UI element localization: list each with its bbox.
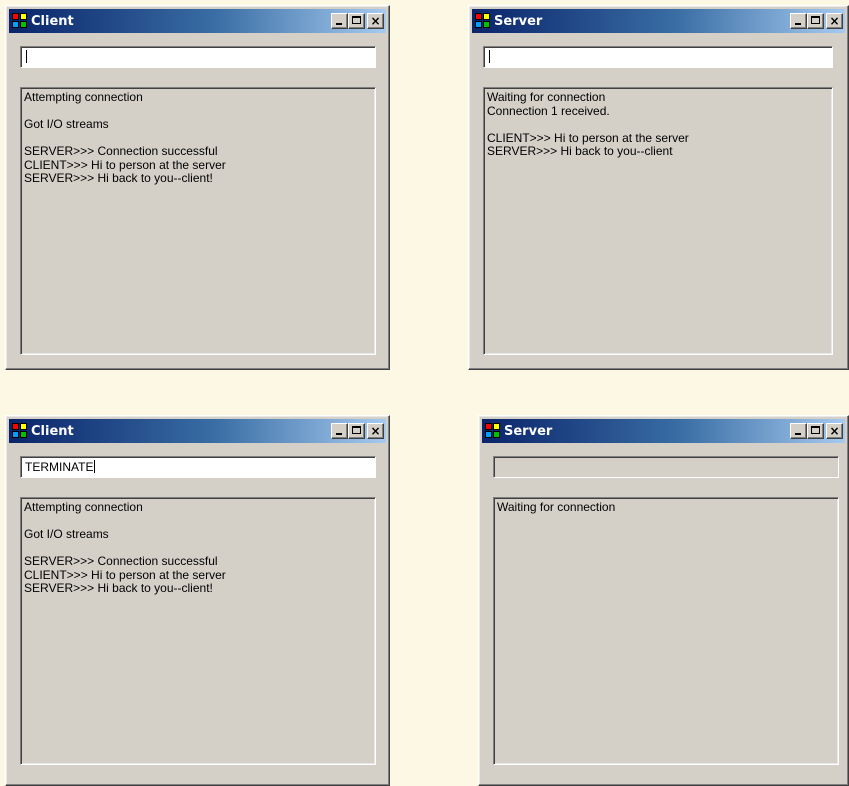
output-line: Attempting connection (24, 90, 143, 104)
minimize-button[interactable] (790, 13, 807, 29)
minimize-button[interactable] (331, 13, 348, 29)
message-input-value: TERMINATE (25, 460, 94, 474)
app-icon[interactable] (485, 423, 501, 439)
output-line: Connection 1 received. (487, 103, 610, 118)
title-bar[interactable]: Client × (9, 419, 386, 443)
maximize-icon (811, 426, 820, 434)
output-line: SERVER>>> Hi back to you--client! (24, 581, 213, 595)
close-button[interactable]: × (826, 423, 843, 439)
close-icon: × (370, 423, 381, 438)
close-button[interactable]: × (367, 13, 384, 29)
maximize-button[interactable] (807, 423, 824, 439)
display-area[interactable]: Attempting connection Got I/O streams SERV… (20, 497, 376, 765)
text-caret (26, 50, 27, 63)
title-bar[interactable]: Server × (472, 9, 845, 33)
display-area[interactable]: Waiting for connection (493, 497, 839, 765)
minimize-button[interactable] (331, 423, 348, 439)
text-caret (489, 50, 490, 63)
maximize-icon (352, 16, 361, 24)
window-title: Client (31, 13, 74, 29)
maximize-button[interactable] (807, 13, 824, 29)
output-line: SERVER>>> Hi back to you--client (487, 144, 673, 158)
close-button[interactable]: × (826, 13, 843, 29)
app-icon[interactable] (475, 13, 491, 29)
message-input[interactable]: TERMINATE (20, 456, 376, 478)
client-window-1: Client × Attempting connection Got I/O st… (5, 5, 390, 370)
minimize-icon (795, 433, 801, 435)
output-line: SERVER>>> Connection successful (24, 144, 218, 158)
server-window-1: Server × Waiting for connection Connectio… (468, 5, 849, 370)
output-line: Waiting for connection (497, 500, 616, 514)
output-line: SERVER>>> Connection successful (24, 554, 218, 568)
app-icon[interactable] (12, 13, 28, 29)
maximize-button[interactable] (348, 13, 365, 29)
minimize-icon (336, 23, 342, 25)
server-window-2: Server × Waiting for connection (478, 415, 849, 786)
minimize-button[interactable] (790, 423, 807, 439)
output-line: Got I/O streams (24, 117, 109, 131)
output-line: CLIENT>>> Hi to person at the server (24, 567, 226, 582)
message-input[interactable] (483, 46, 833, 68)
output-line: Got I/O streams (24, 527, 109, 541)
client-window-2: Client × TERMINATE Attempting connection… (5, 415, 390, 786)
close-icon: × (829, 423, 840, 438)
message-input[interactable] (20, 46, 376, 68)
close-icon: × (829, 13, 840, 28)
maximize-icon (352, 426, 361, 434)
message-input[interactable] (493, 456, 839, 478)
window-title: Server (504, 423, 553, 439)
output-line: CLIENT>>> Hi to person at the server (24, 157, 226, 172)
title-bar[interactable]: Client × (9, 9, 386, 33)
output-line: Waiting for connection (487, 90, 606, 104)
app-icon[interactable] (12, 423, 28, 439)
output-line: SERVER>>> Hi back to you--client! (24, 171, 213, 185)
title-bar[interactable]: Server × (482, 419, 845, 443)
output-line: Attempting connection (24, 500, 143, 514)
close-button[interactable]: × (367, 423, 384, 439)
maximize-icon (811, 16, 820, 24)
maximize-button[interactable] (348, 423, 365, 439)
minimize-icon (336, 433, 342, 435)
display-area[interactable]: Waiting for connection Connection 1 recei… (483, 87, 833, 355)
display-area[interactable]: Attempting connection Got I/O streams SERV… (20, 87, 376, 355)
minimize-icon (795, 23, 801, 25)
close-icon: × (370, 13, 381, 28)
window-title: Client (31, 423, 74, 439)
output-line: CLIENT>>> Hi to person at the server (487, 130, 689, 145)
window-title: Server (494, 13, 543, 29)
text-caret (94, 460, 96, 473)
